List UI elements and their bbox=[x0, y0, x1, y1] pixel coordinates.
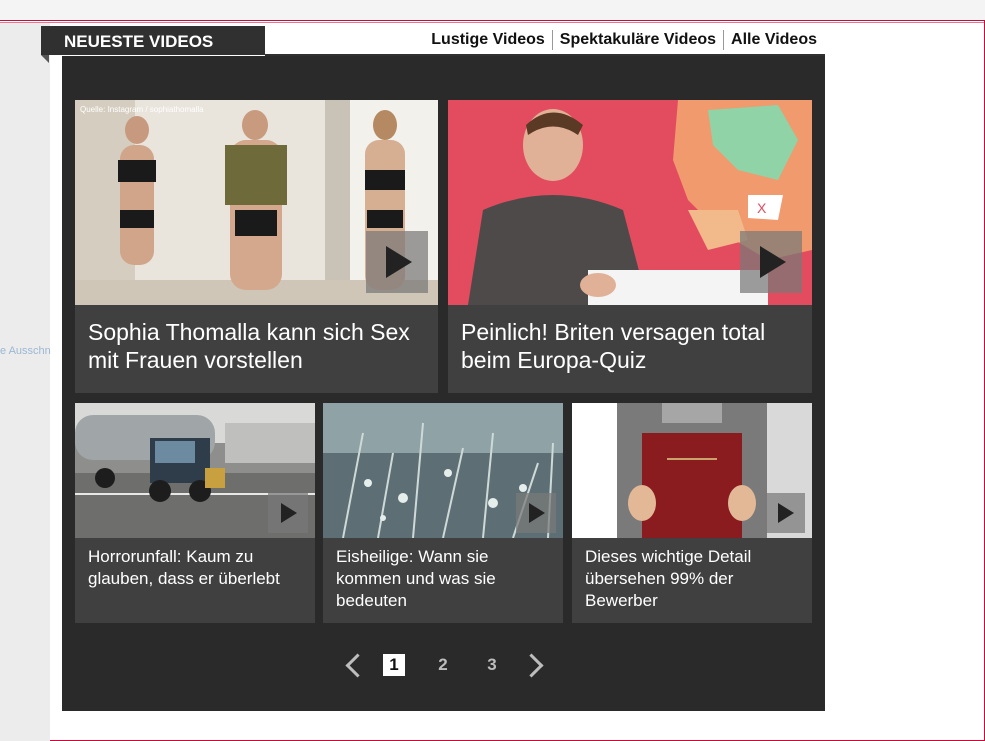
play-icon[interactable] bbox=[268, 493, 308, 533]
video-card[interactable]: Dieses wichtige Detail übersehen 99% der… bbox=[572, 403, 812, 623]
video-card[interactable]: Eisheilige: Wann sie kommen und was sie … bbox=[323, 403, 563, 623]
play-icon[interactable] bbox=[765, 493, 805, 533]
video-title[interactable]: Peinlich! Briten versagen total beim Eur… bbox=[461, 318, 801, 374]
video-category-nav: Lustige Videos Spektakuläre Videos Alle … bbox=[424, 30, 824, 50]
page-3[interactable]: 3 bbox=[481, 654, 503, 676]
video-title[interactable]: Dieses wichtige Detail übersehen 99% der… bbox=[585, 546, 800, 612]
video-title[interactable]: Eisheilige: Wann sie kommen und was sie … bbox=[336, 546, 551, 612]
page-1[interactable]: 1 bbox=[383, 654, 405, 676]
svg-text:X: X bbox=[757, 200, 767, 216]
section-tab-notch bbox=[41, 55, 49, 63]
video-card[interactable]: Horrorunfall: Kaum zu glauben, dass er ü… bbox=[75, 403, 315, 623]
page-2[interactable]: 2 bbox=[432, 654, 454, 676]
thumb-source-caption: Quelle: Instagram / sophiathomalla bbox=[80, 105, 204, 114]
nav-link-funny[interactable]: Lustige Videos bbox=[424, 30, 552, 50]
video-panel: Quelle: Instagram / sophiathomalla Sophi… bbox=[62, 56, 825, 711]
top-rule bbox=[0, 22, 985, 23]
browser-top-strip bbox=[0, 0, 985, 21]
video-title[interactable]: Horrorunfall: Kaum zu glauben, dass er ü… bbox=[88, 546, 303, 590]
nav-link-spectacular[interactable]: Spektakuläre Videos bbox=[551, 30, 723, 50]
section-title: NEUESTE VIDEOS bbox=[41, 26, 265, 55]
chevron-left-icon[interactable] bbox=[345, 653, 370, 678]
video-card[interactable]: Quelle: Instagram / sophiathomalla Sophi… bbox=[75, 100, 438, 393]
chevron-right-icon[interactable] bbox=[519, 653, 544, 678]
nav-link-all[interactable]: Alle Videos bbox=[723, 30, 824, 50]
left-gutter-text: e Ausschn bbox=[0, 345, 51, 357]
video-card[interactable]: X Peinlich! Briten versagen total beim E… bbox=[448, 100, 812, 393]
play-icon[interactable] bbox=[740, 231, 802, 293]
pagination: 1 2 3 bbox=[62, 653, 825, 684]
video-title[interactable]: Sophia Thomalla kann sich Sex mit Frauen… bbox=[88, 318, 428, 374]
play-icon[interactable] bbox=[516, 493, 556, 533]
play-icon[interactable] bbox=[366, 231, 428, 293]
left-gutter bbox=[0, 23, 50, 741]
